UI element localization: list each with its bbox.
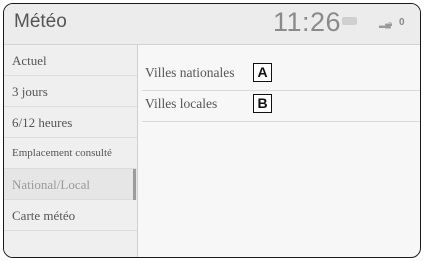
list-item-label: Villes nationales [145,65,235,80]
header-bar: Météo 11:26 ▂▄ 🔒︎ 0 [4,4,420,45]
sidebar: Actuel 3 jours 6/12 heures Emplacement c… [4,45,137,257]
list-item-villes-nationales[interactable]: Villes nationales A [142,60,420,91]
lock-icon: 🔒︎ [388,19,393,28]
status-chip-icon [342,17,357,25]
sidebar-item-national-local[interactable]: National/Local [4,169,137,200]
clock: 11:26 [273,7,342,37]
callout-tag: A [253,63,272,82]
sidebar-item-3-jours[interactable]: 3 jours [4,76,137,107]
status-indicator: 0 [399,17,405,28]
weather-screen: Météo 11:26 ▂▄ 🔒︎ 0 Actuel 3 jours 6/12 … [3,3,421,258]
sidebar-item-6-12-heures[interactable]: 6/12 heures [4,107,137,138]
selected-indicator [133,169,136,200]
screen-title: Météo [14,11,67,32]
sidebar-item-emplacement-consulte[interactable]: Emplacement consulté [4,138,137,169]
list-item-label: Villes locales [145,96,218,111]
sidebar-divider [137,45,138,257]
sidebar-item-actuel[interactable]: Actuel [4,45,137,76]
callout-tag: B [253,94,272,113]
sidebar-item-carte-meteo[interactable]: Carte météo [4,200,137,231]
list-item-villes-locales[interactable]: Villes locales B [142,91,420,122]
